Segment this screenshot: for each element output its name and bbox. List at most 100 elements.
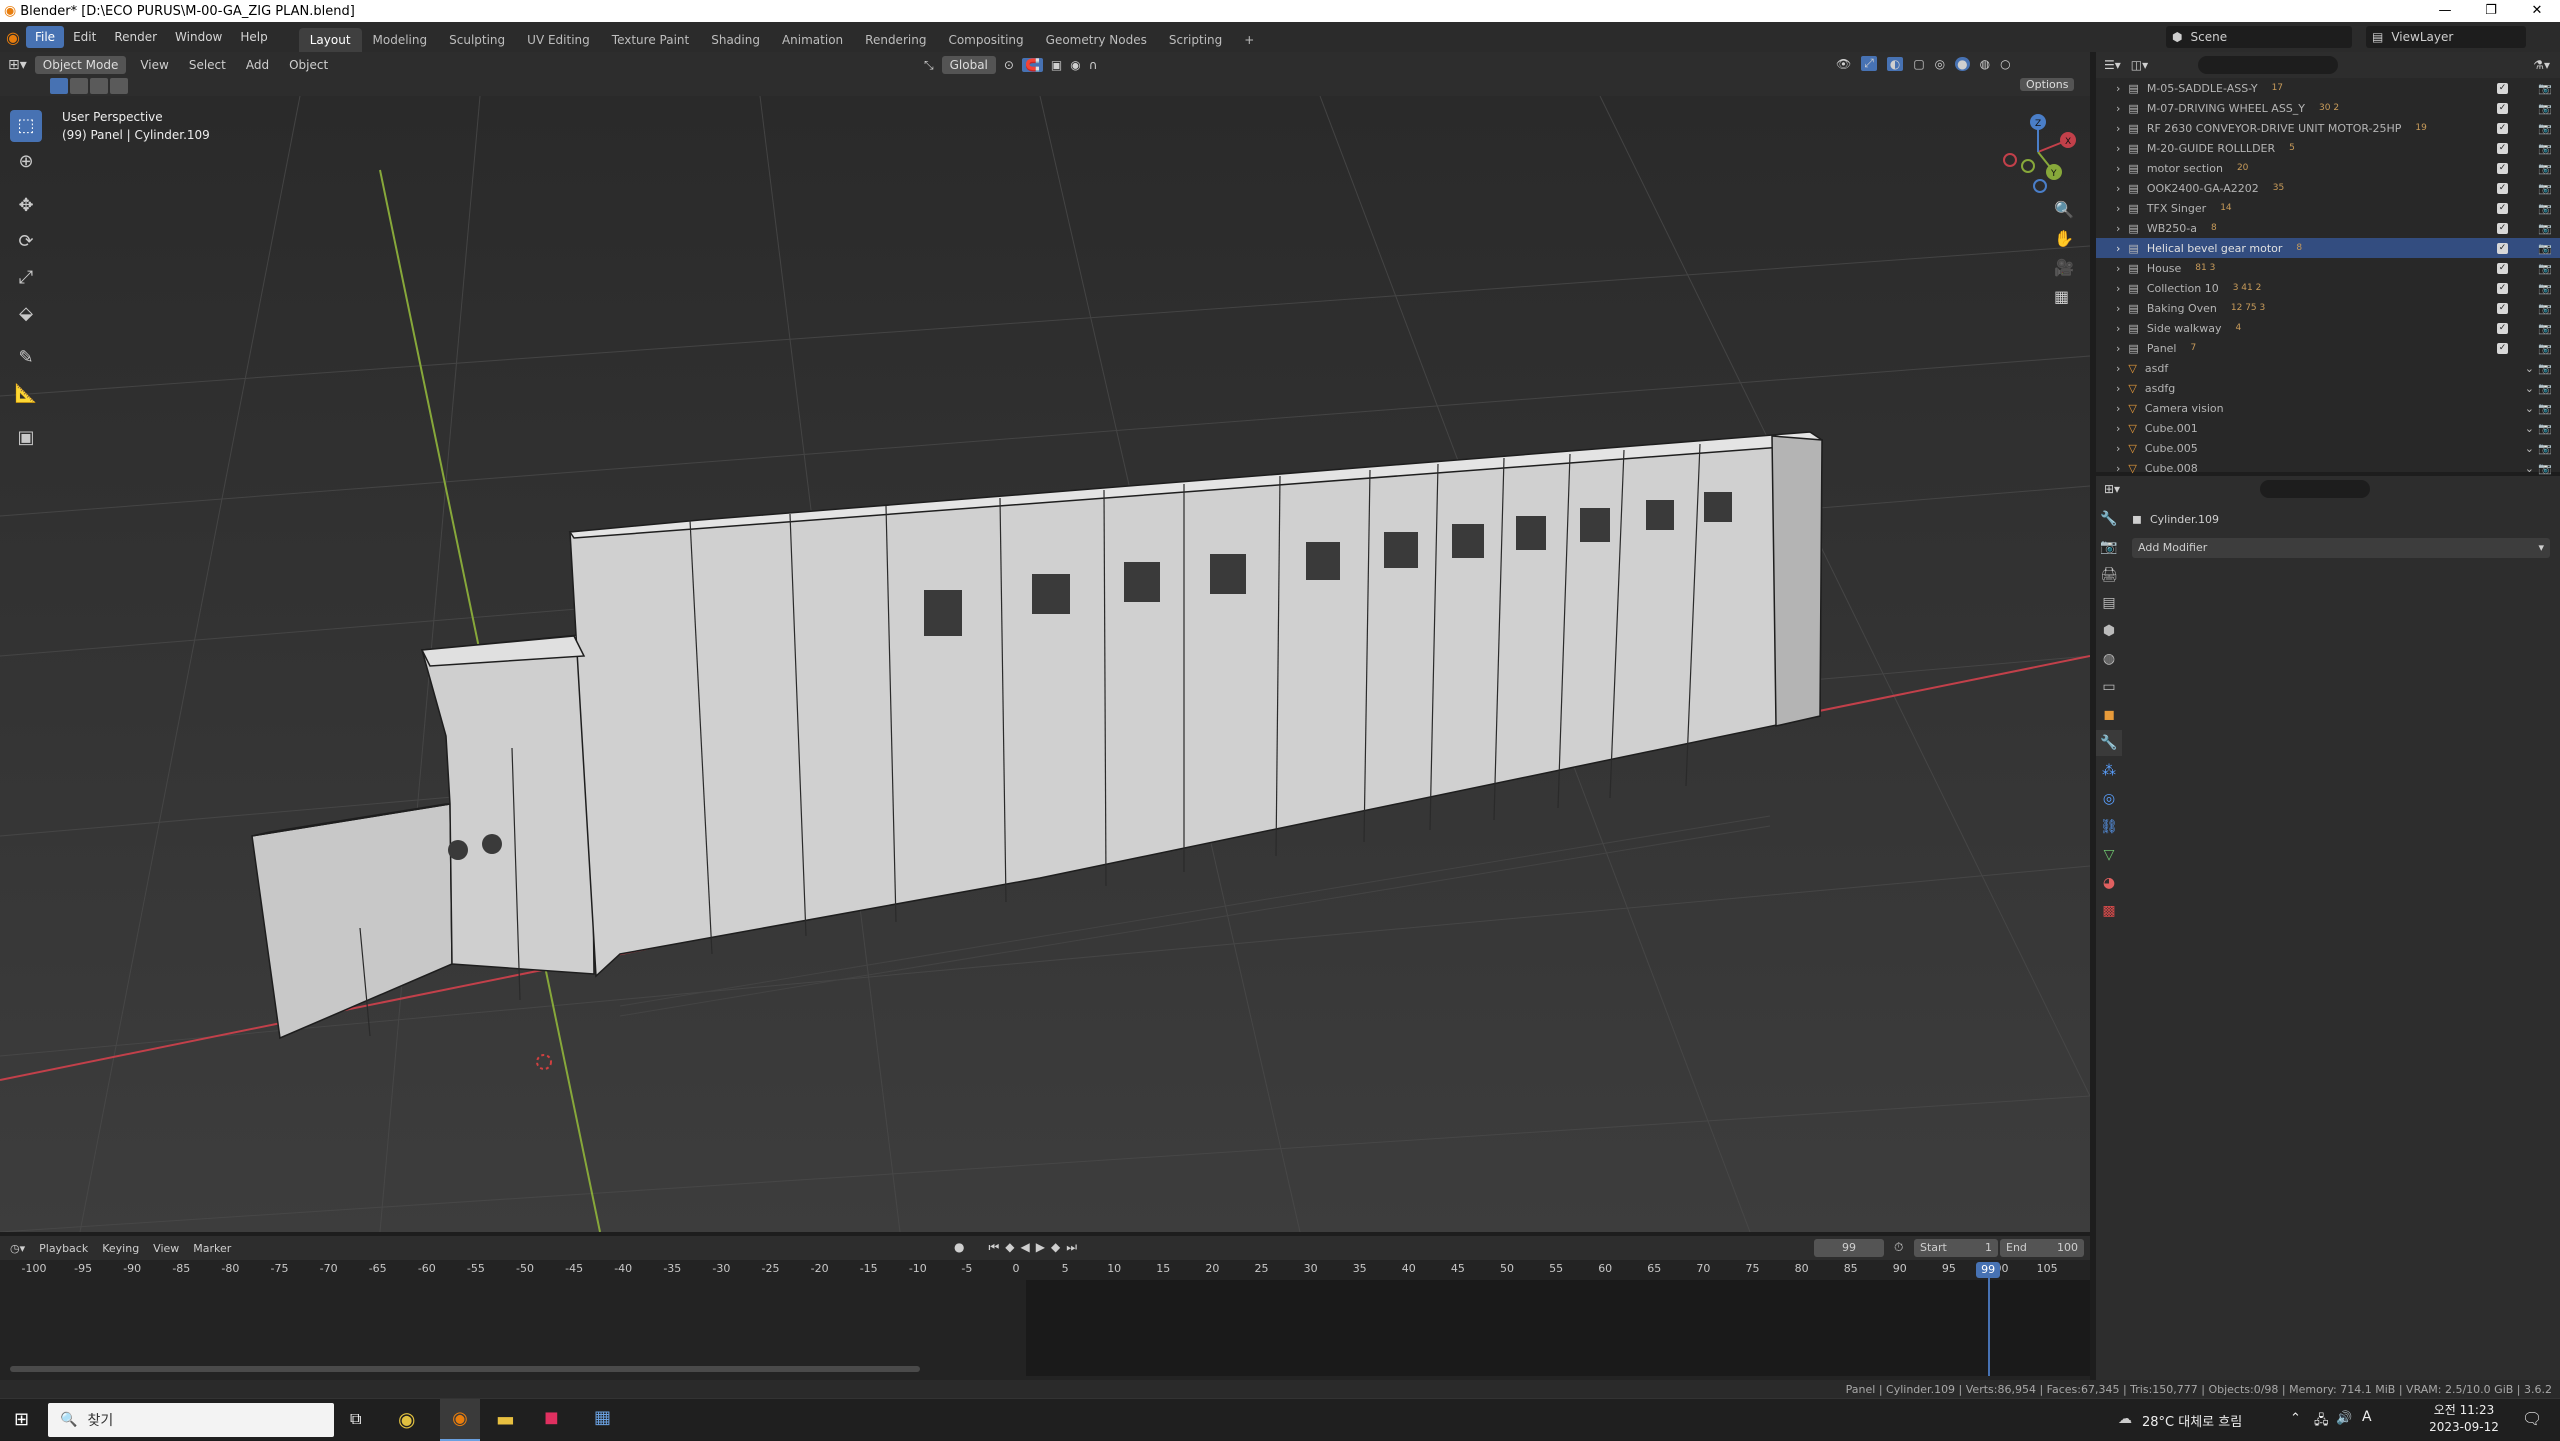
constraints-tab-icon[interactable]: ⛓	[2096, 814, 2122, 840]
proportional-edit-icon[interactable]: ◉	[1070, 58, 1080, 72]
render-camera-icon[interactable]: 📷	[2538, 82, 2552, 95]
expand-arrow-icon[interactable]: ›	[2116, 362, 2120, 375]
expand-arrow-icon[interactable]: ›	[2116, 162, 2120, 175]
taskbar-clock[interactable]: 오전 11:23 2023-09-12	[2424, 1402, 2504, 1436]
tray-chevron-icon[interactable]: ⌃	[2290, 1411, 2301, 1426]
outliner-search-input[interactable]	[2198, 56, 2339, 74]
exclude-checkbox[interactable]: ✓	[2497, 322, 2508, 334]
minimize-button[interactable]: —	[2422, 0, 2468, 22]
expand-arrow-icon[interactable]: ›	[2116, 222, 2120, 235]
network-icon[interactable]: 🖧	[2314, 1411, 2329, 1433]
exclude-checkbox[interactable]: ✓	[2497, 222, 2508, 234]
tab-modeling[interactable]: Modeling	[362, 28, 439, 52]
exclude-checkbox[interactable]: ✓	[2497, 162, 2508, 174]
render-camera-icon[interactable]: 📷	[2538, 122, 2552, 135]
render-camera-icon[interactable]: 📷	[2538, 102, 2552, 115]
render-camera-icon[interactable]: 📷	[2538, 382, 2552, 395]
expand-arrow-icon[interactable]: ›	[2116, 302, 2120, 315]
3d-viewport[interactable]: User Perspective (99) Panel | Cylinder.1…	[0, 96, 2090, 1232]
play-icon[interactable]: ▶	[1036, 1240, 1045, 1255]
scale-icon[interactable]: ⤢	[10, 262, 42, 294]
shading-rendered-icon[interactable]: ○	[2000, 57, 2010, 71]
tool-tab-icon[interactable]: 🔧	[2096, 506, 2122, 532]
expand-arrow-icon[interactable]: ›	[2116, 382, 2120, 395]
render-camera-icon[interactable]: 📷	[2538, 162, 2552, 175]
close-button[interactable]: ✕	[2514, 0, 2560, 22]
mode-selector[interactable]: Object Mode	[34, 56, 127, 74]
zoom-icon[interactable]: 🔍	[2054, 200, 2074, 219]
notification-icon[interactable]: 🗨	[2522, 1409, 2542, 1428]
ime-indicator[interactable]: A	[2362, 1409, 2372, 1425]
jump-start-icon[interactable]: ⏮	[988, 1240, 999, 1255]
frame-ruler[interactable]: -100 -95 -90 -85 -80 -75 -70 -65 -60 -55 -50 -45 -40…	[0, 1262, 2090, 1278]
expand-arrow-icon[interactable]: ›	[2116, 342, 2120, 355]
exclude-checkbox[interactable]: ✓	[2497, 342, 2508, 354]
outliner-editor-icon[interactable]: ☰▾	[2104, 58, 2121, 72]
volume-icon[interactable]: 🔊	[2336, 1411, 2352, 1426]
exclude-checkbox[interactable]: ✓	[2497, 202, 2508, 214]
view-layer-tab-icon[interactable]: ▤	[2096, 590, 2122, 616]
timeline-editor-icon[interactable]: ◷▾	[10, 1242, 25, 1255]
expand-arrow-icon[interactable]: ›	[2116, 442, 2120, 455]
gizmo-toggle-icon[interactable]: ⤢	[1861, 56, 1877, 71]
maximize-button[interactable]: ❐	[2468, 0, 2514, 22]
task-view-icon[interactable]: ⧉	[350, 1409, 361, 1429]
expand-arrow-icon[interactable]: ›	[2116, 242, 2120, 255]
material-tab-icon[interactable]: ◕	[2096, 870, 2122, 896]
options-dropdown[interactable]: Options	[2020, 78, 2075, 91]
measure-icon[interactable]: 📐	[10, 378, 42, 410]
expand-arrow-icon[interactable]: ›	[2116, 262, 2120, 275]
render-camera-icon[interactable]: 📷	[2538, 242, 2552, 255]
exclude-checkbox[interactable]: ✓	[2497, 122, 2508, 134]
object-tab-icon[interactable]: ◼	[2096, 702, 2122, 728]
snap-target-icon[interactable]: ▣	[1051, 58, 1062, 72]
play-reverse-icon[interactable]: ◀	[1021, 1240, 1030, 1255]
visibility-eye-icon[interactable]: ⌄	[2525, 442, 2534, 455]
windows-start-icon[interactable]: ⊞	[14, 1409, 29, 1430]
menu-render[interactable]: Render	[105, 26, 166, 48]
outliner-row[interactable]: › ▤ OOK2400-GA-A2202 35 ✓ 📷	[2096, 178, 2560, 198]
outliner-row[interactable]: › ▤ RF 2630 CONVEYOR-DRIVE UNIT MOTOR-25HP…	[2096, 118, 2560, 138]
editor-type-icon[interactable]: ⊞▾	[8, 57, 27, 73]
filter-icon[interactable]: ⚗▾	[2533, 58, 2550, 72]
cursor-icon[interactable]: ⊕	[10, 146, 42, 178]
tab-geometry-nodes[interactable]: Geometry Nodes	[1035, 28, 1158, 52]
calculator-icon[interactable]: ▦	[594, 1407, 611, 1428]
shading-wireframe-icon[interactable]: ◎	[1935, 57, 1945, 71]
file-explorer-icon[interactable]: ▬	[496, 1407, 515, 1431]
menu-edit[interactable]: Edit	[64, 26, 105, 48]
snap-icon[interactable]: 🧲	[1021, 58, 1043, 72]
outliner-row[interactable]: › ▤ motor section 20 ✓ 📷	[2096, 158, 2560, 178]
prev-keyframe-icon[interactable]: ◆	[1005, 1240, 1014, 1255]
taskbar-search-box[interactable]: 🔍 찾기	[48, 1403, 334, 1437]
outliner-row[interactable]: › ▤ Collection 10 3 41 2 ✓ 📷	[2096, 278, 2560, 298]
outliner-row[interactable]: › ▤ Helical bevel gear motor 8 ✓ 📷	[2096, 238, 2560, 258]
expand-arrow-icon[interactable]: ›	[2116, 462, 2120, 475]
expand-arrow-icon[interactable]: ›	[2116, 142, 2120, 155]
render-camera-icon[interactable]: 📷	[2538, 302, 2552, 315]
exclude-checkbox[interactable]: ✓	[2497, 182, 2508, 194]
render-camera-icon[interactable]: 📷	[2538, 462, 2552, 475]
menu-select[interactable]: Select	[183, 58, 232, 72]
output-tab-icon[interactable]: 🖨	[2096, 562, 2122, 588]
properties-search-input[interactable]	[2260, 480, 2371, 498]
select-extend-icon[interactable]	[70, 78, 88, 94]
visibility-eye-icon[interactable]: ⌄	[2525, 402, 2534, 415]
render-camera-icon[interactable]: 📷	[2538, 222, 2552, 235]
menu-window[interactable]: Window	[166, 26, 231, 48]
tab-texture-paint[interactable]: Texture Paint	[601, 28, 700, 52]
add-workspace-button[interactable]: +	[1233, 28, 1265, 52]
physics-tab-icon[interactable]: ◎	[2096, 786, 2122, 812]
viewlayer-selector[interactable]: ▤ ViewLayer	[2366, 26, 2526, 48]
camera-view-icon[interactable]: 🎥	[2054, 258, 2074, 277]
visibility-eye-icon[interactable]: ⌄	[2525, 422, 2534, 435]
blender-menu-icon[interactable]: ◉	[0, 28, 26, 47]
outliner-row[interactable]: › ▽ Camera vision ⌄ 📷	[2096, 398, 2560, 418]
tab-scripting[interactable]: Scripting	[1158, 28, 1233, 52]
end-frame-field[interactable]: End 100	[2000, 1239, 2084, 1257]
render-camera-icon[interactable]: 📷	[2538, 182, 2552, 195]
pivot-icon[interactable]: ⊙	[1004, 58, 1014, 72]
chrome-icon[interactable]: ◉	[398, 1407, 415, 1431]
menu-view[interactable]: View	[134, 58, 174, 72]
exclude-checkbox[interactable]: ✓	[2497, 242, 2508, 254]
